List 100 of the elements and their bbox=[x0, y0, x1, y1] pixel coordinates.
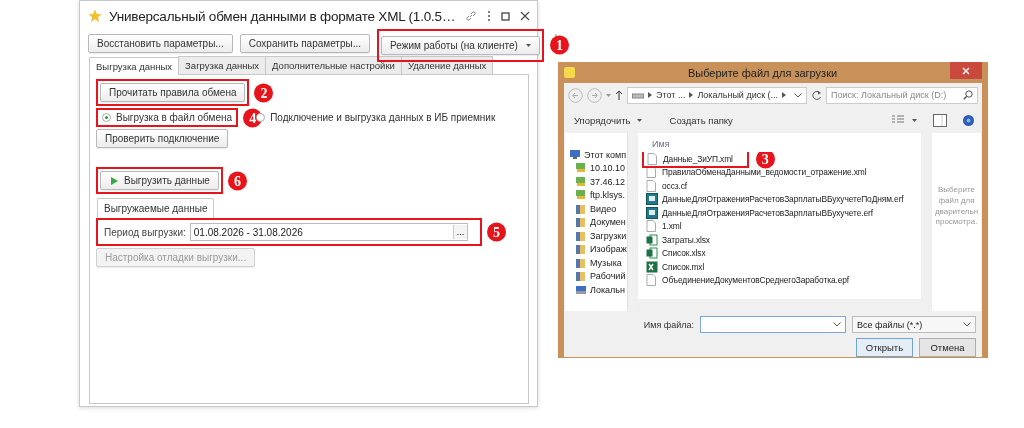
nav-item[interactable]: 37.46.12 bbox=[569, 175, 627, 189]
folder-icon bbox=[575, 202, 587, 215]
mode-dropdown[interactable]: Режим работы (на клиенте) bbox=[381, 35, 540, 55]
step-badge: 1 bbox=[549, 35, 569, 55]
more-icon[interactable] bbox=[487, 10, 492, 22]
play-icon bbox=[111, 176, 118, 185]
nav-item[interactable]: Видео bbox=[569, 202, 627, 216]
folder-icon bbox=[575, 270, 587, 283]
nav-item[interactable]: Этот комп bbox=[569, 148, 627, 162]
preview-text: Выберите файл для дварительн просмотра. bbox=[933, 184, 980, 229]
folder-icon bbox=[575, 256, 587, 269]
maximize-icon[interactable] bbox=[501, 11, 511, 21]
tab[interactable]: Выгрузка данных bbox=[89, 57, 180, 75]
file-item[interactable]: Данные_ЗиУП.xml bbox=[647, 152, 733, 165]
nav-item[interactable]: Рабочий bbox=[569, 269, 627, 283]
file-icon bbox=[647, 152, 659, 165]
radio-label[interactable]: Выгрузка в файл обмена bbox=[116, 112, 233, 123]
toolbar-button[interactable]: Сохранить параметры... bbox=[239, 33, 371, 53]
step-badge: 5 bbox=[487, 222, 506, 242]
file-icon bbox=[646, 233, 658, 246]
field-label: Период выгрузки: bbox=[104, 226, 186, 238]
radio-button[interactable] bbox=[256, 113, 266, 122]
file-type-dropdown[interactable]: Все файлы (*.*) bbox=[852, 316, 976, 333]
file-name-field[interactable] bbox=[700, 316, 846, 333]
chevron-icon bbox=[648, 92, 652, 98]
forward-icon[interactable] bbox=[587, 87, 602, 103]
search-field[interactable]: Поиск: Локальный диск (D:) bbox=[826, 86, 978, 104]
preview-pane-icon[interactable] bbox=[933, 113, 947, 127]
step-badge: 6 bbox=[227, 171, 247, 190]
file-item[interactable]: 1.xml bbox=[646, 220, 682, 233]
nav-item[interactable]: Изображ bbox=[569, 242, 627, 256]
drive-icon bbox=[575, 283, 587, 296]
network-icon bbox=[575, 189, 587, 202]
tab[interactable]: Дополнительные настройки bbox=[265, 56, 402, 74]
nav-item[interactable]: ftp.klsys. bbox=[569, 188, 627, 202]
nav-item[interactable]: Локальн bbox=[569, 283, 627, 297]
file-icon bbox=[646, 193, 658, 206]
field-label: Имя файла: bbox=[643, 319, 694, 330]
column-header[interactable]: Имя bbox=[638, 133, 921, 152]
tab[interactable]: Выгружаемые данные bbox=[97, 198, 215, 218]
toolbar-button[interactable]: Восстановить параметры... bbox=[88, 33, 233, 53]
file-item[interactable]: Затраты.xlsx bbox=[646, 233, 710, 246]
window-title: Универсальный обмен данными в формате XML (1.0.5… bbox=[109, 8, 456, 24]
file-item[interactable]: ДанныеДляОтраженияРасчетовЗарплатыВБухучетеПоДням.erf bbox=[646, 193, 904, 206]
file-item[interactable]: ПравилаОбменаДанными_ведомости_отражение.xml bbox=[646, 166, 867, 179]
nav-item[interactable]: 10.10.10 bbox=[569, 161, 627, 175]
folder-icon bbox=[575, 216, 587, 229]
address-bar[interactable]: Этот ... Локальный диск (... bbox=[627, 86, 808, 104]
folder-icon bbox=[575, 229, 587, 242]
nav-item[interactable]: Загрузки bbox=[569, 229, 627, 243]
select-button[interactable]: ... bbox=[453, 225, 467, 239]
chevron-icon bbox=[689, 92, 694, 98]
star-icon[interactable] bbox=[88, 9, 102, 23]
caret-icon bbox=[525, 43, 531, 47]
chevron-down-icon bbox=[833, 322, 841, 327]
nav-item[interactable]: Музыка bbox=[569, 256, 627, 270]
file-item[interactable]: ОбъединениеДокументовСреднегоЗаработка.epf bbox=[646, 274, 849, 287]
read-rules-button[interactable]: Прочитать правила обмена bbox=[100, 83, 246, 102]
view-icon[interactable] bbox=[892, 115, 904, 125]
nav-item[interactable]: Докумен bbox=[569, 215, 627, 229]
folder-icon bbox=[575, 243, 587, 256]
radio-button[interactable] bbox=[102, 113, 111, 122]
file-icon bbox=[646, 179, 658, 192]
file-icon bbox=[646, 166, 658, 179]
step-badge: 2 bbox=[254, 83, 274, 102]
close-icon[interactable] bbox=[520, 11, 531, 21]
organize-menu[interactable]: Упорядочить bbox=[570, 112, 646, 128]
help-icon[interactable] bbox=[963, 114, 974, 126]
breadcrumb[interactable]: Локальный диск (... bbox=[697, 90, 779, 100]
cancel-button[interactable]: Отмена bbox=[919, 338, 976, 357]
app-icon bbox=[564, 67, 575, 78]
search-icon bbox=[963, 90, 973, 100]
network-icon bbox=[575, 175, 587, 188]
caret-icon bbox=[636, 118, 642, 122]
link-icon[interactable] bbox=[465, 10, 478, 22]
file-item[interactable]: ДанныеДляОтраженияРасчетовЗарплатыВБухучете.erf bbox=[646, 206, 873, 219]
drive-icon bbox=[632, 91, 644, 99]
computer-icon bbox=[569, 148, 581, 161]
file-icon bbox=[646, 206, 658, 219]
network-icon bbox=[575, 162, 587, 175]
caret-icon[interactable] bbox=[912, 118, 917, 122]
chevron-icon bbox=[782, 92, 787, 98]
tab[interactable]: Загрузка данных bbox=[178, 56, 267, 74]
radio-label[interactable]: Подключение и выгрузка данных в ИБ приемник bbox=[270, 112, 496, 123]
period-field[interactable]: 01.08.2026 - 31.08.2026 ... bbox=[189, 223, 468, 241]
back-icon[interactable] bbox=[568, 87, 583, 103]
chevron-down-icon bbox=[963, 322, 971, 327]
dialog-title: Выберите файл для загрузки bbox=[686, 66, 839, 79]
chevron-down-icon bbox=[794, 92, 803, 98]
file-item[interactable]: Список.xlsx bbox=[646, 247, 706, 260]
file-item[interactable]: Список.mxl bbox=[646, 260, 705, 273]
new-folder-button[interactable]: Создать папку bbox=[665, 112, 737, 128]
export-button[interactable]: Выгрузить данные bbox=[100, 171, 219, 190]
open-button[interactable]: Открыть bbox=[856, 338, 913, 357]
check-connection-button[interactable]: Проверить подключение bbox=[96, 129, 229, 148]
up-arrow-icon[interactable] bbox=[615, 90, 623, 100]
refresh-icon[interactable] bbox=[811, 89, 823, 101]
file-item[interactable]: occз.cf bbox=[646, 179, 687, 192]
file-icon bbox=[646, 220, 658, 233]
breadcrumb[interactable]: Этот ... bbox=[656, 90, 686, 100]
